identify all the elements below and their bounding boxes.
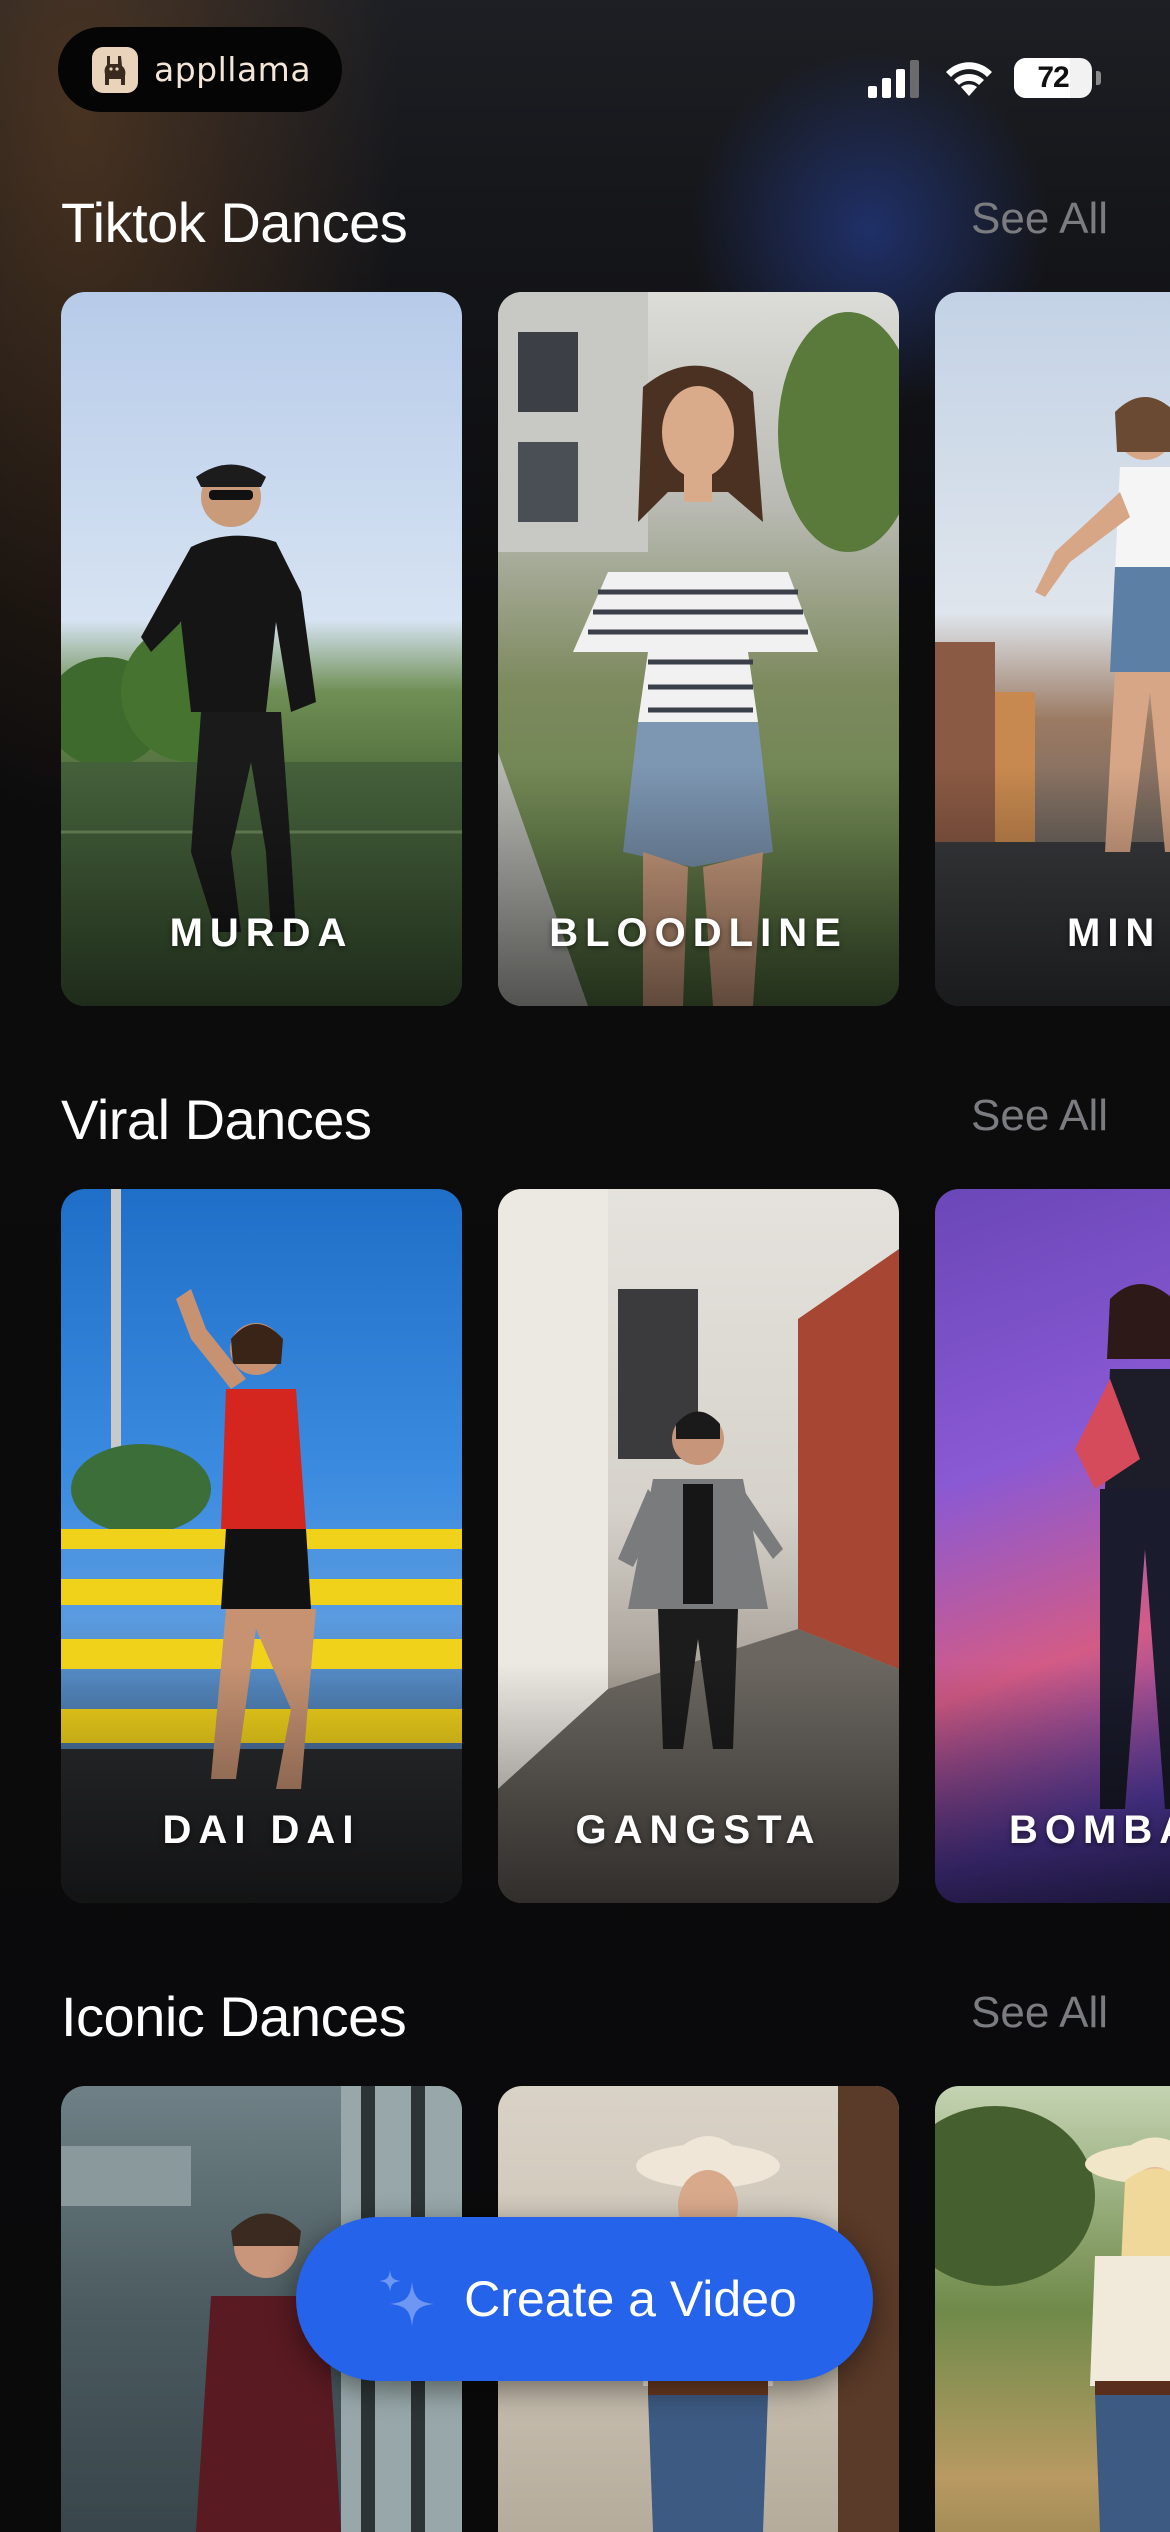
dance-title: MIN bbox=[1067, 911, 1162, 955]
wifi-icon bbox=[946, 62, 992, 96]
brand-name: appllama bbox=[154, 50, 312, 89]
battery-cap bbox=[1096, 71, 1101, 85]
see-all-button[interactable]: See All bbox=[971, 194, 1108, 244]
dancer-image bbox=[935, 2106, 1170, 2532]
see-all-button[interactable]: See All bbox=[971, 1988, 1108, 2038]
system-icons: 72 bbox=[866, 56, 1101, 100]
dance-title: BOMBA bbox=[1009, 1808, 1170, 1852]
dance-card[interactable]: GANGSTA bbox=[498, 1189, 899, 1903]
llama-logo-icon bbox=[92, 46, 138, 93]
create-video-label: Create a Video bbox=[464, 2271, 797, 2327]
dance-carousel[interactable]: MURDA BLOODLINE MIN bbox=[61, 292, 1170, 1006]
create-video-button[interactable]: Create a Video bbox=[296, 2217, 873, 2381]
dance-title: MURDA bbox=[169, 911, 354, 955]
dance-card[interactable]: MURDA bbox=[61, 292, 462, 1006]
section-title: Viral Dances bbox=[61, 1088, 372, 1151]
status-bar: appllama 72 bbox=[0, 0, 1170, 150]
brand-pill[interactable]: appllama bbox=[58, 27, 342, 112]
card-gradient bbox=[498, 766, 899, 1006]
card-gradient bbox=[61, 766, 462, 1006]
battery-percentage: 72 bbox=[1037, 61, 1069, 94]
app-screen: appllama 72 Tiktok Dances See All MURDA … bbox=[0, 0, 1170, 2532]
section-title: Tiktok Dances bbox=[61, 191, 408, 254]
battery-icon: 72 bbox=[1014, 58, 1101, 98]
dance-card[interactable]: BLOODLINE bbox=[498, 292, 899, 1006]
dance-carousel[interactable]: DAI DAI GANGSTA BOMB bbox=[61, 1189, 1170, 1903]
card-gradient bbox=[61, 1663, 462, 1903]
card-gradient bbox=[498, 1663, 899, 1903]
dance-card[interactable]: MIN bbox=[935, 292, 1170, 1006]
dance-title: DAI DAI bbox=[162, 1808, 361, 1852]
dance-title: GANGSTA bbox=[575, 1808, 822, 1852]
dance-card[interactable]: DAI DAI bbox=[61, 1189, 462, 1903]
dance-title: BLOODLINE bbox=[549, 911, 848, 955]
cellular-signal-icon bbox=[868, 60, 919, 98]
card-gradient bbox=[935, 766, 1170, 1006]
dance-card[interactable] bbox=[935, 2086, 1170, 2532]
card-gradient bbox=[935, 1663, 1170, 1903]
see-all-button[interactable]: See All bbox=[971, 1091, 1108, 1141]
sparkles-icon bbox=[379, 2270, 435, 2326]
section-title: Iconic Dances bbox=[61, 1985, 407, 2048]
dance-card[interactable]: BOMBA bbox=[935, 1189, 1170, 1903]
